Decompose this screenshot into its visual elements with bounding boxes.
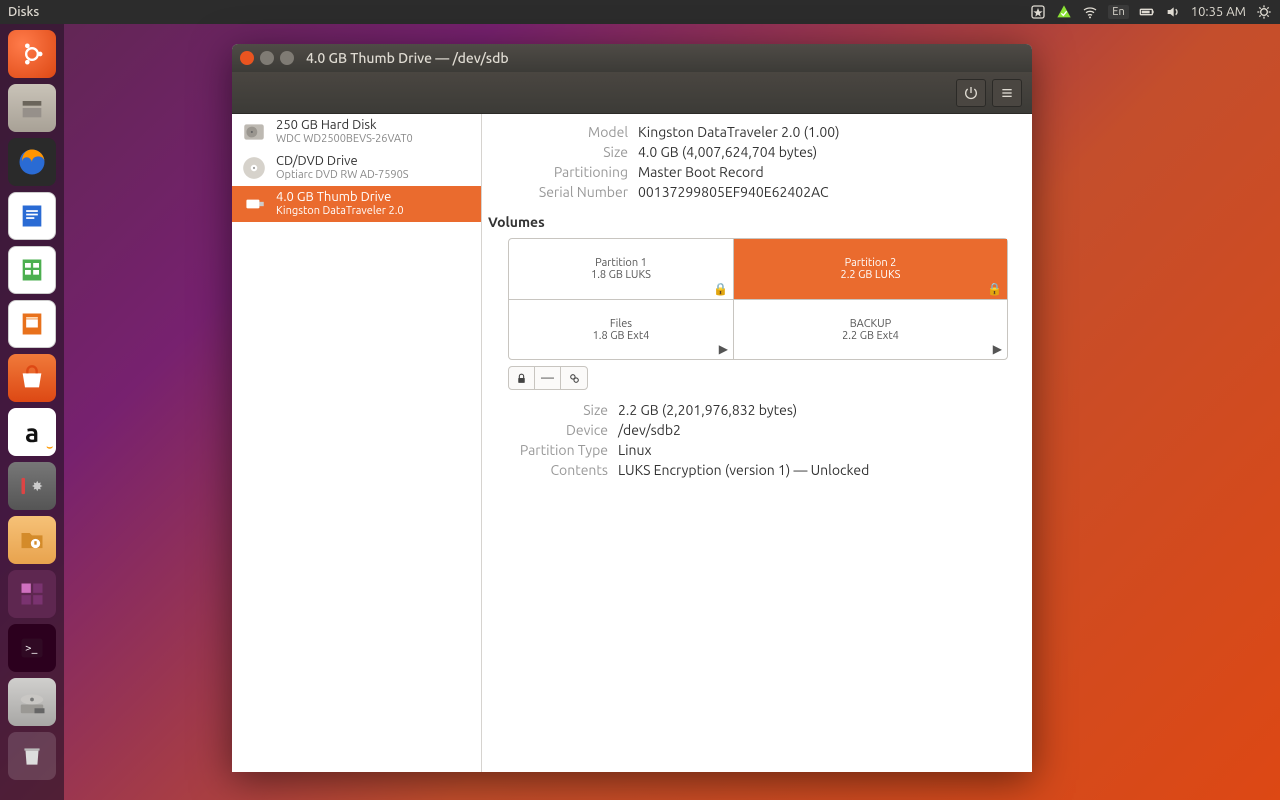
workspace-switcher-icon[interactable] <box>8 570 56 618</box>
cd-icon <box>240 154 268 182</box>
device-name: 250 GB Hard Disk <box>276 118 413 133</box>
device-sub: WDC WD2500BEVS-26VAT0 <box>276 133 413 146</box>
window-titlebar[interactable]: 4.0 GB Thumb Drive — /dev/sdb <box>232 44 1032 72</box>
device-thumb-drive[interactable]: 4.0 GB Thumb DriveKingston DataTraveler … <box>232 186 481 222</box>
value-psize: 2.2 GB (2,201,976,832 bytes) <box>618 402 1008 418</box>
lock-icon: 🔒 <box>987 282 1002 296</box>
volumes-heading: Volumes <box>488 214 1008 230</box>
label-size: Size <box>498 144 628 160</box>
device-name: CD/DVD Drive <box>276 154 409 169</box>
volume-backup[interactable]: BACKUP 2.2 GB Ext4 ▶ <box>734 300 1007 359</box>
label-serial: Serial Number <box>498 184 628 200</box>
trash-icon[interactable] <box>8 732 56 780</box>
starred-indicator[interactable] <box>1030 4 1046 20</box>
volume-options-button[interactable] <box>561 367 587 389</box>
unity-launcher: a⌣ >_ <box>0 24 64 800</box>
amazon-icon[interactable]: a⌣ <box>8 408 56 456</box>
keyboard-layout-indicator[interactable]: En <box>1108 5 1128 19</box>
usb-icon <box>240 190 268 218</box>
lock-volume-button[interactable] <box>509 367 535 389</box>
volume-title: Partition 2 <box>845 257 897 269</box>
value-contents: LUKS Encryption (version 1) — Unlocked <box>618 462 1008 478</box>
firefox-icon[interactable] <box>8 138 56 186</box>
play-icon: ▶ <box>719 342 728 356</box>
svg-text:>_: >_ <box>25 642 38 655</box>
volume-sub: 1.8 GB Ext4 <box>593 330 650 342</box>
lock-icon: 🔒 <box>713 282 728 296</box>
delete-volume-button[interactable]: — <box>535 367 561 389</box>
volume-files[interactable]: Files 1.8 GB Ext4 ▶ <box>509 300 734 359</box>
disks-window: 4.0 GB Thumb Drive — /dev/sdb 250 GB Har… <box>232 44 1032 772</box>
disks-app-icon[interactable] <box>8 678 56 726</box>
active-app-name: Disks <box>8 5 39 19</box>
device-list: 250 GB Hard DiskWDC WD2500BEVS-26VAT0 CD… <box>232 114 482 772</box>
volume-sub: 2.2 GB LUKS <box>840 269 900 281</box>
device-detail-pane: Model Kingston DataTraveler 2.0 (1.00) Si… <box>482 114 1032 772</box>
window-close-button[interactable] <box>240 51 254 65</box>
label-ptype: Partition Type <box>498 442 608 458</box>
power-off-drive-button[interactable] <box>956 79 986 107</box>
device-sub: Optiarc DVD RW AD-7590S <box>276 169 409 182</box>
sound-indicator[interactable] <box>1165 4 1181 20</box>
volume-title: BACKUP <box>850 318 892 330</box>
value-model: Kingston DataTraveler 2.0 (1.00) <box>638 124 1008 140</box>
hdd-icon <box>240 118 268 146</box>
value-ptype: Linux <box>618 442 1008 458</box>
clock[interactable]: 10:35 AM <box>1191 5 1246 19</box>
label-psize: Size <box>498 402 608 418</box>
header-toolbar <box>232 72 1032 114</box>
play-icon: ▶ <box>993 342 1002 356</box>
value-partitioning: Master Boot Record <box>638 164 1008 180</box>
label-device: Device <box>498 422 608 438</box>
device-cd-dvd[interactable]: CD/DVD DriveOptiarc DVD RW AD-7590S <box>232 150 481 186</box>
top-menubar: Disks En 10:35 AM <box>0 0 1280 24</box>
value-size: 4.0 GB (4,007,624,704 bytes) <box>638 144 1008 160</box>
libreoffice-writer-icon[interactable] <box>8 192 56 240</box>
libreoffice-calc-icon[interactable] <box>8 246 56 294</box>
device-hard-disk[interactable]: 250 GB Hard DiskWDC WD2500BEVS-26VAT0 <box>232 114 481 150</box>
device-name: 4.0 GB Thumb Drive <box>276 190 404 205</box>
terminal-icon[interactable]: >_ <box>8 624 56 672</box>
network-indicator[interactable] <box>1082 4 1098 20</box>
volumes-graph: Partition 1 1.8 GB LUKS 🔒 Partition 2 2.… <box>508 238 1008 360</box>
backup-folder-icon[interactable] <box>8 516 56 564</box>
dash-icon[interactable] <box>8 30 56 78</box>
volume-partition-1[interactable]: Partition 1 1.8 GB LUKS 🔒 <box>509 239 734 299</box>
volume-toolbar: — <box>508 366 588 390</box>
volume-partition-2[interactable]: Partition 2 2.2 GB LUKS 🔒 <box>734 239 1007 299</box>
value-serial: 00137299805EF940E62402AC <box>638 184 1008 200</box>
ubuntu-software-icon[interactable] <box>8 354 56 402</box>
volume-sub: 2.2 GB Ext4 <box>842 330 899 342</box>
battery-indicator[interactable] <box>1139 4 1155 20</box>
volume-title: Files <box>610 318 632 330</box>
window-minimize-button[interactable] <box>260 51 274 65</box>
partition-summary: Size 2.2 GB (2,201,976,832 bytes) Device /… <box>498 402 1008 478</box>
window-title: 4.0 GB Thumb Drive — /dev/sdb <box>306 50 509 66</box>
files-icon[interactable] <box>8 84 56 132</box>
label-model: Model <box>498 124 628 140</box>
value-device: /dev/sdb2 <box>618 422 1008 438</box>
system-settings-icon[interactable] <box>8 462 56 510</box>
volume-sub: 1.8 GB LUKS <box>591 269 651 281</box>
label-contents: Contents <box>498 462 608 478</box>
device-sub: Kingston DataTraveler 2.0 <box>276 205 404 218</box>
drive-summary: Model Kingston DataTraveler 2.0 (1.00) Si… <box>498 124 1008 200</box>
session-indicator[interactable] <box>1256 4 1272 20</box>
window-maximize-button[interactable] <box>280 51 294 65</box>
update-indicator[interactable] <box>1056 4 1072 20</box>
volume-title: Partition 1 <box>595 257 647 269</box>
label-partitioning: Partitioning <box>498 164 628 180</box>
libreoffice-impress-icon[interactable] <box>8 300 56 348</box>
drive-menu-button[interactable] <box>992 79 1022 107</box>
